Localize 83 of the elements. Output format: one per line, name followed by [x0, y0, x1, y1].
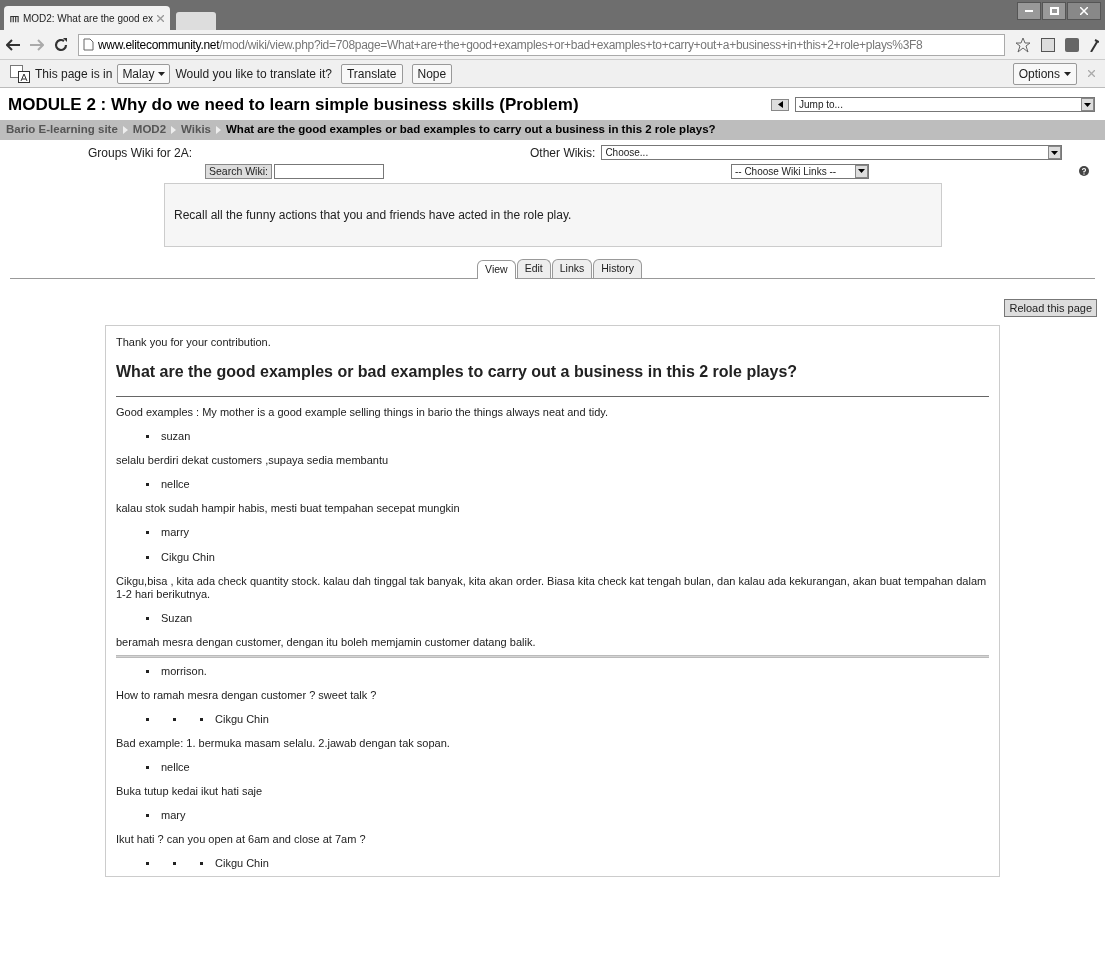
groups-label: Groups Wiki for 2A:: [88, 144, 193, 162]
close-button[interactable]: [1067, 2, 1101, 20]
address-bar[interactable]: www.elitecommunity.net/mod/wiki/view.php?id=708page=What+are+the+good+examples+or+bad+examples+to+carry+out+a+business+in+this+2+role+plays%3F8: [78, 33, 1005, 56]
star-icon[interactable]: [1015, 36, 1031, 53]
author-name: suzan: [161, 430, 191, 443]
url-text: www.elitecommunity.net/mod/wiki/view.php?id=708page=What+are+the+good+examples+or+bad+examples+to+carry+out+a+business+in+this+2+role+plays%3F8: [98, 36, 923, 54]
bullet-icon: [173, 862, 176, 865]
separator-arrow-icon: [171, 125, 177, 134]
options-button[interactable]: Options: [1012, 62, 1077, 85]
triangle-left-icon: [777, 101, 783, 109]
previous-button[interactable]: [771, 98, 789, 111]
page-icon: [83, 38, 94, 51]
author-name: Suzan: [161, 612, 193, 625]
breadcrumb-current: What are the good examples or bad examples to carry out a business in this 2 role plays?: [226, 121, 716, 137]
bullet-icon: [146, 483, 149, 486]
comment-text: beramah mesra dengan customer, dengan itu boleh memjamin customer datang balik.: [116, 635, 537, 650]
caret-icon: [1064, 71, 1071, 76]
translate-bar-button[interactable]: Nope: [411, 63, 453, 84]
back-arrow-icon[interactable]: [6, 38, 20, 51]
wiki-tab[interactable]: History: [593, 258, 642, 278]
separator-arrow-icon: [122, 125, 128, 134]
bullet-icon: [146, 617, 149, 620]
comment-text: Buka tutup kedai ikut hati saje: [116, 784, 264, 799]
bullet-icon: [146, 814, 149, 817]
site-icon: [10, 13, 19, 23]
comment-text: How to ramah mesra dengan customer ? sweet talk ?: [116, 688, 378, 703]
bullet-icon: [146, 556, 149, 559]
author-name: mary: [161, 809, 186, 822]
bullet-icon: [146, 531, 149, 534]
other-wikis-label: Other Wikis:: [530, 144, 596, 162]
bullet-icon: [146, 435, 149, 438]
translate-prompt: This page is in: [35, 65, 113, 83]
comment-text: selalu berdiri dekat customers ,supaya sedia membantu: [116, 453, 390, 468]
notice-text: Thank you for your contribution.: [116, 334, 272, 350]
minimize-button[interactable]: [1017, 2, 1041, 20]
breadcrumb-link[interactable]: Wikis: [181, 120, 211, 139]
bullet-icon: [146, 862, 149, 865]
search-field[interactable]: [273, 163, 384, 179]
bullet-icon: [200, 718, 203, 721]
translate-icon: [10, 64, 30, 83]
bullet-icon: [146, 766, 149, 769]
separator-arrow-icon: [216, 125, 221, 134]
wiki-tab[interactable]: Edit: [516, 258, 551, 278]
bullet-icon: [200, 862, 203, 865]
comment-text: Good examples : My mother is a good example selling things in bario the things always neat and tidy.: [116, 405, 609, 420]
page-heading: What are the good examples or bad examples to carry out a business in this 2 role plays?: [116, 360, 989, 397]
maximize-button[interactable]: [1042, 2, 1066, 20]
wiki-tab[interactable]: Links: [551, 258, 593, 278]
wiki-tab[interactable]: View: [477, 259, 516, 279]
help-icon[interactable]: [1079, 166, 1089, 176]
author-name: Cikgu Chin: [215, 857, 269, 870]
close-icon[interactable]: [157, 14, 164, 22]
search-wiki-button[interactable]: Search Wiki:: [205, 163, 272, 179]
author-name: marry: [161, 526, 190, 539]
author-name: Cikgu Chin: [161, 551, 215, 564]
reload-icon[interactable]: [54, 37, 68, 52]
jump-to-dropdown[interactable]: Jump to...: [795, 97, 1095, 113]
author-name: Cikgu Chin: [215, 713, 269, 726]
wrench-icon[interactable]: [1089, 37, 1099, 52]
author-name: nellce: [161, 761, 190, 774]
language-dropdown[interactable]: Malay: [117, 63, 171, 84]
comment-text: kalau stok sudah hampir habis, mesti buat tempahan secepat mungkin: [116, 501, 461, 516]
caret-icon: [158, 71, 166, 76]
module-title: MODULE 2 : Why do we need to learn simple business skills (Problem): [8, 94, 579, 116]
close-icon: [1080, 7, 1088, 15]
other-wikis-dropdown[interactable]: Choose...: [601, 145, 1063, 160]
breadcrumb-link[interactable]: Bario E-learning site: [6, 120, 118, 139]
author-name: nellce: [161, 478, 190, 491]
translate-question: Would you like to translate it?: [175, 65, 332, 83]
reload-button[interactable]: Reload this page: [1004, 298, 1097, 317]
author-name: morrison.: [161, 665, 207, 678]
wiki-links-dropdown[interactable]: -- Choose Wiki Links --: [730, 163, 869, 179]
bullet-icon: [146, 718, 149, 721]
comment-text: Cikgu,bisa , kita ada check quantity stock. kalau dah tinggal tak banyak, kita akan order. Biasa kita check kat tengah bulan, dan kalau ada kekurangan, akan buat tempahan dalam 1-2 hari berikutnya.: [116, 574, 988, 602]
bullet-icon: [173, 718, 176, 721]
bullet-icon: [146, 670, 149, 673]
breadcrumb-link[interactable]: MOD2: [132, 120, 167, 139]
browser-tab[interactable]: MOD2: What are the good ex: [4, 6, 170, 30]
comment-text: Bad example: 1. bermuka masam selalu. 2.jawab dengan tak sopan.: [116, 736, 451, 751]
comment-text: Ikut hati ? can you open at 6am and close at 7am ?: [116, 832, 367, 847]
translate-bar-button[interactable]: Translate: [340, 63, 403, 84]
tab-title: MOD2: What are the good ex: [22, 11, 153, 26]
summary-text: Recall all the funny actions that you and friends have acted in the role play.: [174, 206, 572, 224]
